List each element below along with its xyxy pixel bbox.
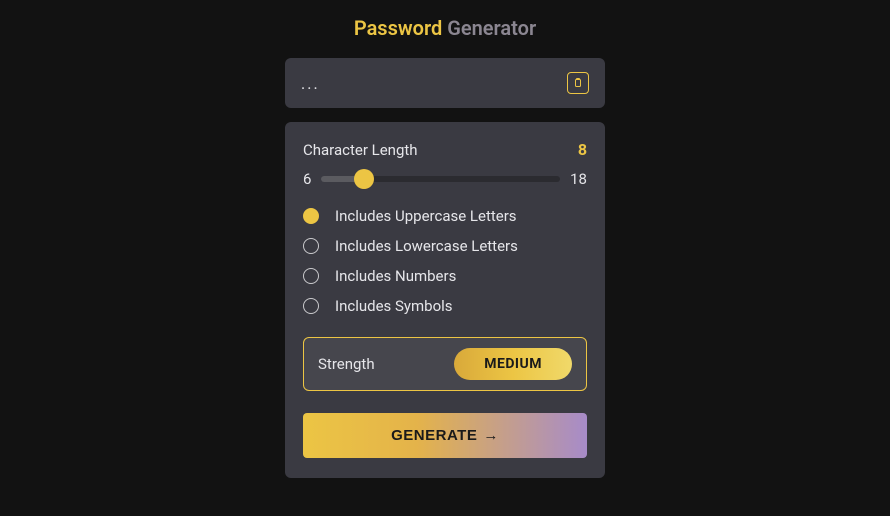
app-container: Password Generator ... Character Length … — [285, 0, 605, 478]
slider-thumb[interactable] — [354, 169, 374, 189]
option-lowercase[interactable]: Includes Lowercase Letters — [303, 237, 587, 255]
password-output-box: ... — [285, 58, 605, 108]
option-label: Includes Numbers — [335, 267, 456, 285]
generate-button[interactable]: GENERATE → — [303, 413, 587, 458]
option-label: Includes Lowercase Letters — [335, 237, 518, 255]
length-value: 8 — [578, 140, 587, 159]
strength-box: Strength MEDIUM — [303, 337, 587, 391]
length-label: Character Length — [303, 141, 418, 159]
radio-symbols[interactable] — [303, 298, 319, 314]
strength-value: MEDIUM — [454, 348, 572, 380]
length-slider[interactable] — [321, 169, 560, 189]
generate-label: GENERATE — [391, 427, 477, 444]
option-uppercase[interactable]: Includes Uppercase Letters — [303, 207, 587, 225]
option-symbols[interactable]: Includes Symbols — [303, 297, 587, 315]
option-numbers[interactable]: Includes Numbers — [303, 267, 587, 285]
radio-numbers[interactable] — [303, 268, 319, 284]
page-title: Password Generator — [285, 16, 605, 40]
title-part2: Generator — [447, 16, 536, 40]
arrow-right-icon: → — [483, 427, 499, 444]
slider-max: 18 — [570, 170, 587, 188]
title-part1: Password — [354, 16, 442, 40]
length-row: Character Length 8 — [303, 140, 587, 159]
option-label: Includes Uppercase Letters — [335, 207, 517, 225]
options-list: Includes Uppercase Letters Includes Lowe… — [303, 207, 587, 315]
radio-uppercase[interactable] — [303, 208, 319, 224]
slider-min: 6 — [303, 170, 311, 188]
length-slider-row: 6 18 — [303, 169, 587, 189]
copy-button[interactable] — [567, 72, 589, 94]
clipboard-icon — [572, 77, 584, 89]
settings-panel: Character Length 8 6 18 Includes Upperca… — [285, 122, 605, 478]
radio-lowercase[interactable] — [303, 238, 319, 254]
option-label: Includes Symbols — [335, 297, 453, 315]
strength-label: Strength — [318, 355, 375, 373]
password-output: ... — [301, 74, 320, 93]
